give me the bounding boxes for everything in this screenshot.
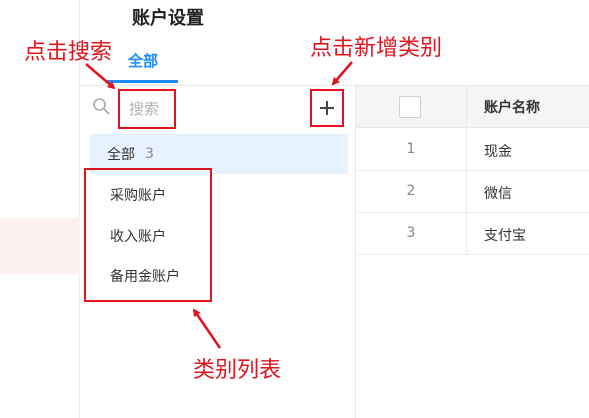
annotation-list: 类别列表 bbox=[193, 358, 282, 383]
search-icon bbox=[93, 98, 110, 115]
select-all-checkbox[interactable] bbox=[399, 96, 421, 118]
row-index: 1 bbox=[406, 141, 416, 157]
column-divider bbox=[466, 129, 467, 171]
table-row[interactable]: 2 微信 bbox=[356, 171, 589, 213]
page-title: 账户设置 bbox=[132, 8, 204, 29]
category-item[interactable]: 收入账户 bbox=[110, 226, 166, 246]
row-index: 2 bbox=[406, 183, 416, 199]
account-name-cell: 微信 bbox=[484, 186, 512, 202]
category-all-count: 3 bbox=[145, 146, 154, 162]
annotation-add: 点击新增类别 bbox=[310, 36, 443, 61]
column-divider bbox=[466, 86, 467, 128]
category-item[interactable]: 备用金账户 bbox=[110, 266, 180, 286]
add-category-button[interactable] bbox=[310, 89, 344, 127]
plus-icon bbox=[320, 101, 334, 115]
category-item[interactable]: 采购账户 bbox=[110, 185, 166, 205]
table-row[interactable]: 1 现金 bbox=[356, 129, 589, 171]
column-header-account-name: 账户名称 bbox=[484, 100, 540, 116]
column-divider bbox=[466, 171, 467, 213]
column-divider bbox=[466, 213, 467, 255]
tab-active-indicator bbox=[106, 80, 178, 83]
sidebar-highlight bbox=[0, 218, 80, 274]
category-list: 采购账户 收入账户 备用金账户 bbox=[84, 168, 212, 302]
search-input[interactable] bbox=[120, 91, 174, 127]
search-field[interactable] bbox=[118, 89, 176, 129]
table-header: 账户名称 bbox=[356, 86, 589, 128]
account-name-cell: 现金 bbox=[484, 144, 512, 160]
tab-all[interactable]: 全部 bbox=[110, 50, 176, 71]
category-all-label: 全部 bbox=[107, 147, 135, 163]
table-row[interactable]: 3 支付宝 bbox=[356, 213, 589, 255]
arrow-to-add bbox=[331, 61, 353, 86]
account-name-cell: 支付宝 bbox=[484, 228, 526, 244]
annotation-search: 点击搜索 bbox=[24, 40, 113, 65]
row-index: 3 bbox=[406, 225, 416, 241]
